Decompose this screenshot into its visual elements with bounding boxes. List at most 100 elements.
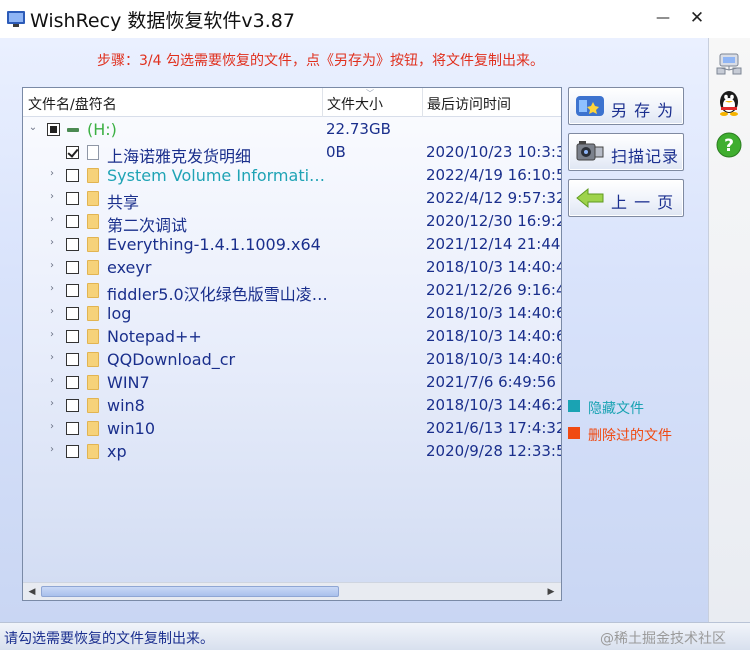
folder-icon bbox=[87, 444, 99, 459]
legend-hidden-label: 隐藏文件 bbox=[588, 401, 644, 417]
row-checkbox[interactable] bbox=[66, 238, 79, 251]
minimize-button[interactable]: — bbox=[651, 6, 675, 30]
file-row[interactable]: › exeyr 2018/10/3 14:40:4 bbox=[23, 256, 561, 279]
expand-chevron-icon[interactable]: › bbox=[47, 352, 57, 363]
row-checkbox[interactable] bbox=[66, 376, 79, 389]
network-icon[interactable] bbox=[714, 48, 744, 78]
row-date: 2020/10/23 10:3:3 bbox=[426, 143, 561, 161]
row-date: 2018/10/3 14:40:6 bbox=[426, 350, 561, 368]
row-checkbox[interactable] bbox=[66, 192, 79, 205]
expand-chevron-icon[interactable]: › bbox=[47, 306, 57, 317]
folder-icon bbox=[87, 329, 99, 344]
row-date: 2021/6/13 17:4:32 bbox=[426, 419, 561, 437]
column-header: 文件名/盘符名 ﹀ 文件大小 最后访问时间 bbox=[23, 88, 561, 117]
file-row[interactable]: › WIN7 2021/7/6 6:49:56 bbox=[23, 371, 561, 394]
row-name: Everything-1.4.1.1009.x64 bbox=[107, 235, 321, 254]
row-name: win8 bbox=[107, 396, 145, 415]
file-row[interactable]: › log 2018/10/3 14:40:6 bbox=[23, 302, 561, 325]
drive-row[interactable]: ⌄ (H:) 22.73GB bbox=[23, 118, 561, 141]
row-checkbox[interactable] bbox=[66, 146, 79, 159]
file-row[interactable]: › Notepad++ 2018/10/3 14:40:6 bbox=[23, 325, 561, 348]
row-checkbox[interactable] bbox=[66, 169, 79, 182]
folder-icon bbox=[87, 191, 99, 206]
column-header-name[interactable]: 文件名/盘符名 bbox=[28, 94, 117, 114]
row-name: win10 bbox=[107, 419, 156, 438]
qq-penguin-icon[interactable] bbox=[714, 88, 744, 118]
column-divider[interactable] bbox=[422, 88, 423, 117]
close-button[interactable]: ✕ bbox=[685, 6, 709, 30]
row-date: 2020/12/30 16:9:2 bbox=[426, 212, 561, 230]
row-checkbox[interactable] bbox=[66, 284, 79, 297]
window-title: WishRecy 数据恢复软件v3.87 bbox=[30, 10, 295, 32]
row-name: Notepad++ bbox=[107, 327, 202, 346]
column-divider[interactable] bbox=[322, 88, 323, 117]
scrollbar-thumb[interactable] bbox=[41, 586, 339, 597]
back-arrow-icon bbox=[576, 187, 604, 209]
save-as-icon bbox=[576, 96, 604, 116]
expand-chevron-icon[interactable]: › bbox=[47, 444, 57, 455]
row-checkbox[interactable] bbox=[66, 215, 79, 228]
row-date: 2018/10/3 14:40:6 bbox=[426, 304, 561, 322]
legend-deleted-swatch bbox=[568, 427, 580, 439]
status-bar: 请勾选需要恢复的文件复制出来。 @稀土掘金技术社区 bbox=[0, 622, 750, 650]
expand-chevron-icon[interactable]: › bbox=[47, 237, 57, 248]
expand-chevron-icon[interactable]: › bbox=[47, 283, 57, 294]
expand-chevron-icon[interactable]: › bbox=[47, 329, 57, 340]
collapse-chevron-icon[interactable]: ⌄ bbox=[28, 122, 38, 133]
expand-chevron-icon[interactable]: › bbox=[47, 260, 57, 271]
expand-chevron-icon[interactable]: › bbox=[47, 214, 57, 225]
file-row[interactable]: 上海诺雅克发货明细 0B 2020/10/23 10:3:3 bbox=[23, 141, 561, 166]
file-row[interactable]: › fiddler5.0汉化绿色版雪山凌… 2021/12/26 9:16:4 bbox=[23, 279, 561, 304]
drive-label: (H:) bbox=[87, 120, 117, 139]
scroll-left-icon[interactable]: ◀ bbox=[24, 584, 40, 599]
expand-chevron-icon[interactable]: › bbox=[47, 375, 57, 386]
file-row[interactable]: › Everything-1.4.1.1009.x64 2021/12/14 21:… bbox=[23, 233, 561, 256]
file-row[interactable]: › win8 2018/10/3 14:46:2 bbox=[23, 394, 561, 417]
prev-page-label: 上 一 页 bbox=[611, 193, 675, 212]
row-checkbox[interactable] bbox=[66, 445, 79, 458]
scroll-right-icon[interactable]: ▶ bbox=[543, 584, 559, 599]
row-date: 2018/10/3 14:40:6 bbox=[426, 327, 561, 345]
row-name: QQDownload_cr bbox=[107, 350, 236, 369]
row-checkbox[interactable] bbox=[66, 353, 79, 366]
folder-icon bbox=[87, 421, 99, 436]
folder-icon bbox=[87, 352, 99, 367]
prev-page-button[interactable]: 上 一 页 bbox=[568, 179, 684, 217]
expand-chevron-icon[interactable]: › bbox=[47, 168, 57, 179]
horizontal-scrollbar[interactable]: ◀ ▶ bbox=[23, 582, 561, 600]
row-date: 2021/12/14 21:44: bbox=[426, 235, 561, 253]
expand-chevron-icon[interactable]: › bbox=[47, 398, 57, 409]
file-row[interactable]: › xp 2020/9/28 12:33:5 bbox=[23, 440, 561, 463]
status-text: 请勾选需要恢复的文件复制出来。 bbox=[4, 631, 214, 647]
save-as-label: 另 存 为 bbox=[611, 101, 675, 120]
app-window-icon bbox=[7, 11, 25, 27]
row-checkbox[interactable] bbox=[66, 422, 79, 435]
legend-deleted-label: 删除过的文件 bbox=[588, 428, 672, 444]
app-window: WishRecy 数据恢复软件v3.87 — ✕ ? 步骤：3/4 勾选需要恢复… bbox=[0, 0, 750, 650]
row-date: 2020/9/28 12:33:5 bbox=[426, 442, 561, 460]
row-date: 2018/10/3 14:40:4 bbox=[426, 258, 561, 276]
expand-chevron-icon[interactable]: › bbox=[47, 191, 57, 202]
svg-text:?: ? bbox=[724, 136, 734, 156]
scan-records-button[interactable]: 扫描记录 bbox=[568, 133, 684, 171]
file-row[interactable]: › 共享 2022/4/12 9:57:32 bbox=[23, 187, 561, 212]
file-row[interactable]: › 第二次调试 2020/12/30 16:9:2 bbox=[23, 210, 561, 235]
save-as-button[interactable]: 另 存 为 bbox=[568, 87, 684, 125]
file-tree-panel[interactable]: 文件名/盘符名 ﹀ 文件大小 最后访问时间 ⌄ (H:) 22.73GB 上海诺… bbox=[22, 87, 562, 601]
file-row[interactable]: › System Volume Informati… 2022/4/19 16:10… bbox=[23, 164, 561, 187]
help-icon[interactable]: ? bbox=[714, 130, 744, 160]
column-header-size[interactable]: 文件大小 bbox=[327, 94, 383, 114]
drive-checkbox[interactable] bbox=[47, 123, 60, 136]
watermark: @稀土掘金技术社区 bbox=[600, 631, 726, 647]
row-date: 2022/4/12 9:57:32 bbox=[426, 189, 561, 207]
column-header-date[interactable]: 最后访问时间 bbox=[427, 94, 511, 114]
row-checkbox[interactable] bbox=[66, 399, 79, 412]
row-checkbox[interactable] bbox=[66, 330, 79, 343]
row-checkbox[interactable] bbox=[66, 261, 79, 274]
expand-chevron-icon[interactable]: › bbox=[47, 421, 57, 432]
file-row[interactable]: › win10 2021/6/13 17:4:32 bbox=[23, 417, 561, 440]
row-name: log bbox=[107, 304, 132, 323]
row-checkbox[interactable] bbox=[66, 307, 79, 320]
file-row[interactable]: › QQDownload_cr 2018/10/3 14:40:6 bbox=[23, 348, 561, 371]
scan-records-label: 扫描记录 bbox=[611, 147, 680, 166]
